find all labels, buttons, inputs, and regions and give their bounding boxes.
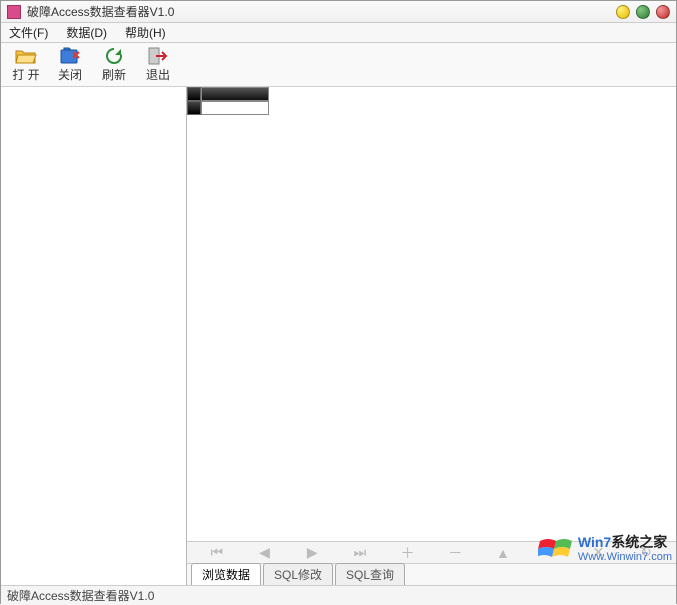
bottom-tabs: 浏览数据 SQL修改 SQL查询	[187, 563, 676, 585]
window-controls	[616, 5, 670, 19]
body: ⏮ ◀ ▶ ⏭ ＋ － ▲ ✓ ✕ ↻ 浏览数据 SQL修改 SQL查询	[1, 87, 676, 585]
maximize-button[interactable]	[636, 5, 650, 19]
data-grid[interactable]	[187, 87, 676, 541]
menu-data[interactable]: 数据(D)	[66, 24, 107, 41]
tab-sql-modify[interactable]: SQL修改	[263, 563, 333, 585]
title-bar: 破障Access数据查看器V1.0	[1, 1, 676, 23]
menu-file[interactable]: 文件(F)	[9, 24, 48, 41]
close-file-button[interactable]: 关闭	[53, 47, 87, 83]
exit-button[interactable]: 退出	[141, 47, 175, 83]
nav-last-icon[interactable]: ⏭	[345, 544, 375, 561]
nav-refresh-icon[interactable]: ↻	[631, 544, 661, 561]
nav-cancel-icon[interactable]: ✕	[583, 544, 613, 561]
menu-help[interactable]: 帮助(H)	[125, 24, 166, 41]
nav-add-icon[interactable]: ＋	[393, 543, 423, 563]
tab-browse[interactable]: 浏览数据	[191, 563, 261, 585]
grid-data-row[interactable]	[187, 101, 676, 115]
grid-column-header[interactable]	[201, 87, 269, 101]
refresh-label: 刷新	[102, 66, 126, 83]
grid-row-header	[187, 101, 201, 115]
status-text: 破障Access数据查看器V1.0	[7, 587, 154, 604]
exit-icon	[147, 47, 169, 65]
refresh-button[interactable]: 刷新	[97, 47, 131, 83]
refresh-icon	[103, 47, 125, 65]
app-icon	[7, 5, 21, 19]
nav-next-icon[interactable]: ▶	[297, 544, 327, 561]
nav-delete-icon[interactable]: －	[440, 543, 470, 563]
close-button[interactable]	[656, 5, 670, 19]
close-label: 关闭	[58, 66, 82, 83]
tab-sql-query[interactable]: SQL查询	[335, 563, 405, 585]
open-label: 打 开	[12, 66, 39, 83]
main-panel: ⏮ ◀ ▶ ⏭ ＋ － ▲ ✓ ✕ ↻ 浏览数据 SQL修改 SQL查询	[187, 87, 676, 585]
toolbar: 打 开 关闭 刷新 退出	[1, 43, 676, 87]
minimize-button[interactable]	[616, 5, 630, 19]
grid-corner	[187, 87, 201, 101]
nav-first-icon[interactable]: ⏮	[202, 544, 232, 561]
nav-edit-icon[interactable]: ▲	[488, 545, 518, 561]
open-button[interactable]: 打 开	[9, 47, 43, 83]
sidebar-tree[interactable]	[1, 87, 187, 585]
folder-open-icon	[15, 47, 37, 65]
nav-post-icon[interactable]: ✓	[536, 544, 566, 561]
nav-prev-icon[interactable]: ◀	[250, 544, 280, 561]
window-title: 破障Access数据查看器V1.0	[27, 3, 616, 20]
folder-close-icon	[59, 47, 81, 65]
grid-cell[interactable]	[201, 101, 269, 115]
exit-label: 退出	[146, 66, 170, 83]
record-navigator: ⏮ ◀ ▶ ⏭ ＋ － ▲ ✓ ✕ ↻	[187, 541, 676, 563]
status-bar: 破障Access数据查看器V1.0	[1, 585, 676, 605]
menu-bar: 文件(F) 数据(D) 帮助(H)	[1, 23, 676, 43]
grid-header-row	[187, 87, 676, 101]
